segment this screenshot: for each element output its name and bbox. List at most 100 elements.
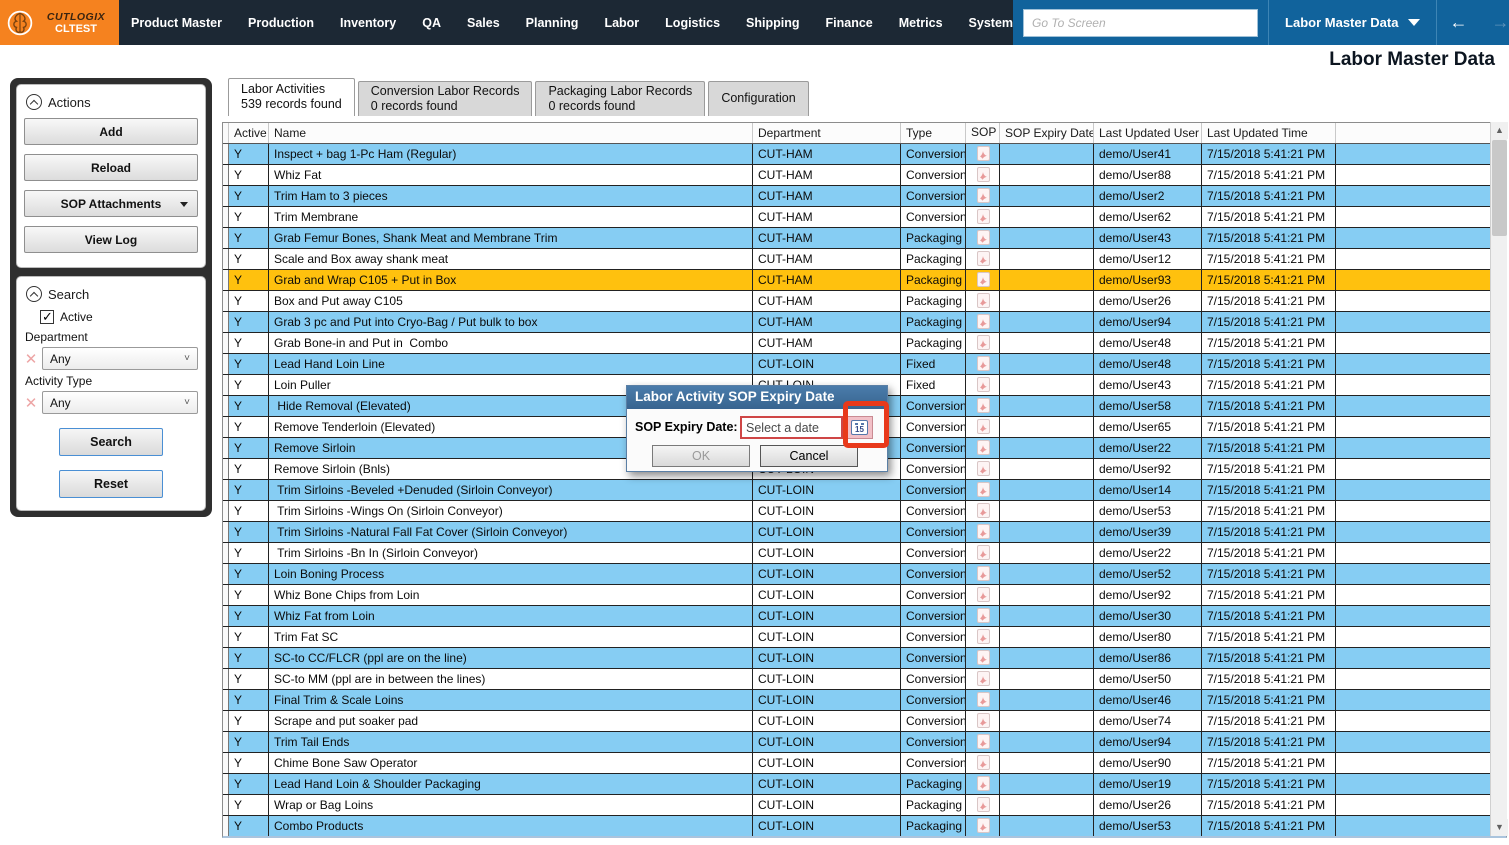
collapse-panel-icon[interactable] xyxy=(26,94,42,110)
pdf-icon[interactable] xyxy=(977,230,990,245)
pdf-icon[interactable] xyxy=(977,209,990,224)
table-row[interactable]: YFinal Trim & Scale LoinsCUT-LOINConvers… xyxy=(223,690,1506,711)
menu-qa[interactable]: QA xyxy=(422,16,441,30)
search-button[interactable]: Search xyxy=(59,428,163,456)
menu-production[interactable]: Production xyxy=(248,16,314,30)
menu-system[interactable]: System xyxy=(969,16,1013,30)
table-row-selected[interactable]: YGrab and Wrap C105 + Put in BoxCUT-HAMP… xyxy=(223,270,1506,291)
menu-planning[interactable]: Planning xyxy=(526,16,579,30)
menu-shipping[interactable]: Shipping xyxy=(746,16,799,30)
pdf-icon[interactable] xyxy=(977,671,990,686)
table-row[interactable]: YSC-to MM (ppl are in between the lines)… xyxy=(223,669,1506,690)
view-log-button[interactable]: View Log xyxy=(24,226,198,253)
reset-button[interactable]: Reset xyxy=(59,470,163,498)
table-row[interactable]: Y Trim Sirloins -Natural Fall Fat Cover … xyxy=(223,522,1506,543)
column-header-active[interactable]: Active xyxy=(229,123,269,143)
menu-inventory[interactable]: Inventory xyxy=(340,16,396,30)
pdf-icon[interactable] xyxy=(977,545,990,560)
column-header-name[interactable]: Name xyxy=(269,123,753,143)
table-row[interactable]: YCombo ProductsCUT-LOINPackagingdemo/Use… xyxy=(223,816,1506,837)
table-row[interactable]: YBox and Put away C105CUT-HAMPackagingde… xyxy=(223,291,1506,312)
pdf-icon[interactable] xyxy=(977,419,990,434)
table-row[interactable]: YGrab Bone-in and Put in ComboCUT-HAMPac… xyxy=(223,333,1506,354)
table-row[interactable]: YWhiz FatCUT-HAMConversiondemo/User887/1… xyxy=(223,165,1506,186)
back-icon[interactable]: ← xyxy=(1437,12,1479,33)
scrollbar-thumb[interactable] xyxy=(1492,140,1507,236)
active-checkbox[interactable] xyxy=(40,310,54,324)
pdf-icon[interactable] xyxy=(977,692,990,707)
table-row[interactable]: YTrim MembraneCUT-HAMConversiondemo/User… xyxy=(223,207,1506,228)
pdf-icon[interactable] xyxy=(977,797,990,812)
pdf-icon[interactable] xyxy=(977,629,990,644)
column-header-last-updated-user[interactable]: Last Updated User xyxy=(1094,123,1202,143)
table-row[interactable]: YLoin Boning ProcessCUT-LOINConversionde… xyxy=(223,564,1506,585)
ok-button[interactable]: OK xyxy=(652,445,750,467)
table-row[interactable]: Y Trim Sirloins -Wings On (Sirloin Conve… xyxy=(223,501,1506,522)
table-row[interactable]: YWhiz Fat from LoinCUT-LOINConversiondem… xyxy=(223,606,1506,627)
sop-expiry-date-input[interactable] xyxy=(740,416,843,439)
column-header-department[interactable]: Department xyxy=(753,123,901,143)
menu-logistics[interactable]: Logistics xyxy=(665,16,720,30)
go-to-screen-input[interactable] xyxy=(1023,9,1258,37)
column-header-sop-expiry-date[interactable]: SOP Expiry Date xyxy=(1000,123,1094,143)
table-row[interactable]: YChime Bone Saw OperatorCUT-LOINConversi… xyxy=(223,753,1506,774)
menu-labor[interactable]: Labor xyxy=(604,16,639,30)
pdf-icon[interactable] xyxy=(977,713,990,728)
table-row[interactable]: YTrim Tail EndsCUT-LOINConversiondemo/Us… xyxy=(223,732,1506,753)
table-row[interactable]: YWrap or Bag LoinsCUT-LOINPackagingdemo/… xyxy=(223,795,1506,816)
pdf-icon[interactable] xyxy=(977,251,990,266)
reload-button[interactable]: Reload xyxy=(24,154,198,181)
table-row[interactable]: YSC-to CC/FLCR (ppl are on the line)CUT-… xyxy=(223,648,1506,669)
pdf-icon[interactable] xyxy=(977,776,990,791)
column-header-sop[interactable]: SOP xyxy=(966,123,1000,143)
table-row[interactable]: YTrim Ham to 3 piecesCUT-HAMConversionde… xyxy=(223,186,1506,207)
pdf-icon[interactable] xyxy=(977,524,990,539)
pdf-icon[interactable] xyxy=(977,818,990,833)
pdf-icon[interactable] xyxy=(977,335,990,350)
pdf-icon[interactable] xyxy=(977,398,990,413)
pdf-icon[interactable] xyxy=(977,650,990,665)
collapse-panel-icon[interactable] xyxy=(26,286,42,302)
column-header-last-updated-time[interactable]: Last Updated Time xyxy=(1202,123,1336,143)
pdf-icon[interactable] xyxy=(977,356,990,371)
table-row[interactable]: YTrim Fat SCCUT-LOINConversiondemo/User8… xyxy=(223,627,1506,648)
pdf-icon[interactable] xyxy=(977,608,990,623)
menu-finance[interactable]: Finance xyxy=(826,16,873,30)
clear-filter-icon[interactable]: ✕ xyxy=(24,350,38,368)
tab-configuration[interactable]: Configuration xyxy=(708,81,808,116)
table-row[interactable]: YScale and Box away shank meatCUT-HAMPac… xyxy=(223,249,1506,270)
scroll-down-icon[interactable]: ▼ xyxy=(1491,819,1508,836)
scroll-up-icon[interactable]: ▲ xyxy=(1491,122,1508,139)
menu-metrics[interactable]: Metrics xyxy=(899,16,943,30)
pdf-icon[interactable] xyxy=(977,314,990,329)
forward-icon[interactable]: → xyxy=(1479,12,1509,33)
pdf-icon[interactable] xyxy=(977,566,990,581)
activity-type-select[interactable]: Any ˅ xyxy=(42,391,198,414)
vertical-scrollbar[interactable]: ▲ ▼ xyxy=(1490,122,1507,836)
tab-labor-activities[interactable]: Labor Activities 539 records found xyxy=(228,78,355,116)
pdf-icon[interactable] xyxy=(977,146,990,161)
calendar-picker-button[interactable]: 15 xyxy=(846,416,873,439)
column-header-type[interactable]: Type xyxy=(901,123,966,143)
pdf-icon[interactable] xyxy=(977,587,990,602)
sop-attachments-dropdown-button[interactable]: SOP Attachments xyxy=(24,190,198,217)
pdf-icon[interactable] xyxy=(977,503,990,518)
pdf-icon[interactable] xyxy=(977,734,990,749)
screen-selector-dropdown[interactable]: Labor Master Data xyxy=(1269,0,1436,45)
pdf-icon[interactable] xyxy=(977,377,990,392)
tab-packaging-labor-records[interactable]: Packaging Labor Records 0 records found xyxy=(535,81,705,116)
pdf-icon[interactable] xyxy=(977,461,990,476)
table-row[interactable]: YScrape and put soaker padCUT-LOINConver… xyxy=(223,711,1506,732)
table-row[interactable]: YGrab Femur Bones, Shank Meat and Membra… xyxy=(223,228,1506,249)
pdf-icon[interactable] xyxy=(977,482,990,497)
table-row[interactable]: YInspect + bag 1-Pc Ham (Regular)CUT-HAM… xyxy=(223,144,1506,165)
menu-product-master[interactable]: Product Master xyxy=(131,16,222,30)
pdf-icon[interactable] xyxy=(977,272,990,287)
pdf-icon[interactable] xyxy=(977,188,990,203)
table-row[interactable]: YLead Hand Loin & Shoulder PackagingCUT-… xyxy=(223,774,1506,795)
table-row[interactable]: Y Trim Sirloins -Bn In (Sirloin Conveyor… xyxy=(223,543,1506,564)
pdf-icon[interactable] xyxy=(977,440,990,455)
table-row[interactable]: YWhiz Bone Chips from LoinCUT-LOINConver… xyxy=(223,585,1506,606)
department-select[interactable]: Any ˅ xyxy=(42,347,198,370)
tab-conversion-labor-records[interactable]: Conversion Labor Records 0 records found xyxy=(358,81,533,116)
